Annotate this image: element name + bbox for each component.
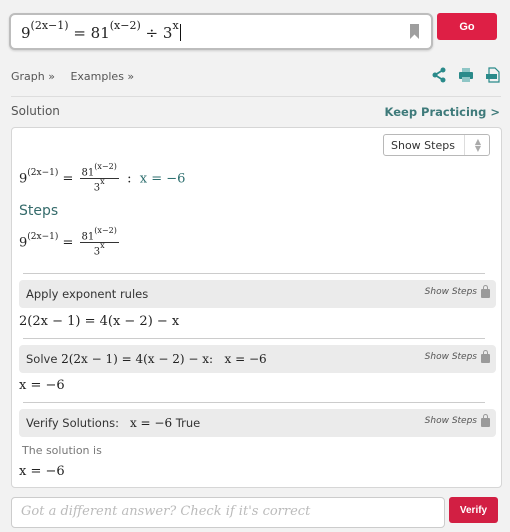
q-div: ÷ 3 [140, 24, 173, 42]
solution-label: Solution [11, 104, 60, 118]
text-caret [179, 24, 181, 41]
share-icon[interactable] [431, 67, 447, 83]
fraction: 81(x−2) 3x [79, 226, 119, 258]
solution-is-label: The solution is [22, 444, 102, 457]
step-2-result: x = −6 [19, 378, 65, 393]
num-exp: (x−2) [94, 162, 117, 171]
toolbar [431, 67, 501, 83]
show-steps-link[interactable]: Show Steps [424, 285, 490, 298]
lock-icon [481, 350, 490, 363]
show-steps-select[interactable]: Show Steps ▲ ▼ [383, 134, 490, 156]
select-divider [464, 135, 465, 155]
lhs-exp: (2x−1) [27, 232, 59, 242]
q-mid: = 81 [68, 24, 110, 42]
step-suffix: True [172, 416, 201, 430]
nav-links: Graph » Examples » [11, 70, 146, 83]
result-answer: x = −6 [139, 171, 186, 187]
show-steps-label: Show Steps [424, 287, 477, 297]
num-base: 81 [81, 231, 95, 243]
step-separator [23, 338, 485, 339]
lock-icon [481, 414, 490, 427]
show-steps-label: Show Steps [424, 352, 477, 362]
step-math: x = −6 [129, 416, 173, 430]
q-exp1: (2x−1) [30, 19, 69, 32]
graph-link[interactable]: Graph » [11, 70, 55, 83]
step-1[interactable]: Apply exponent rules Show Steps [19, 280, 496, 308]
final-answer: x = −6 [19, 464, 65, 479]
go-button[interactable]: Go [437, 13, 497, 40]
verify-answer-input[interactable]: Got a different answer? Check if it's co… [11, 497, 445, 528]
q-exp3: x [172, 19, 179, 32]
q-exp2: (x−2) [109, 19, 141, 32]
step-math: 2(2x − 1) = 4(x − 2) − x: x = −6 [61, 352, 267, 366]
select-value: Show Steps [391, 139, 455, 152]
den-exp: x [100, 241, 105, 251]
eq-sign: = [58, 235, 78, 251]
lhs-exp: (2x−1) [27, 168, 59, 178]
step-1-result: 2(2x − 1) = 4(x − 2) − x [19, 314, 180, 329]
den-exp: x [100, 177, 105, 187]
step-3[interactable]: Verify Solutions: x = −6 True Show Steps [19, 409, 496, 437]
show-steps-link[interactable]: Show Steps [424, 414, 490, 427]
step-title: Solve [26, 352, 62, 366]
solution-panel: Show Steps ▲ ▼ 9(2x−1) = 81(x−2) 3x : x = … [11, 127, 502, 488]
show-steps-link[interactable]: Show Steps [424, 350, 490, 363]
step-title: Apply exponent rules [26, 287, 149, 301]
num-base: 81 [81, 167, 95, 179]
updown-arrows-icon: ▲ ▼ [474, 137, 481, 153]
step-title: Verify Solutions: [26, 416, 130, 430]
print-icon[interactable] [458, 67, 474, 83]
eq-sign: = [58, 171, 78, 187]
search-box[interactable]: 9(2x−1) = 81(x−2) ÷ 3x [9, 13, 433, 50]
step-2[interactable]: Solve 2(2x − 1) = 4(x − 2) − x: x = −6 S… [19, 345, 496, 373]
steps-start-equation: 9(2x−1) = 81(x−2) 3x [19, 226, 119, 258]
verify-button[interactable]: Verify [449, 497, 498, 523]
bookmark-icon[interactable] [410, 24, 419, 39]
show-steps-label: Show Steps [424, 416, 477, 426]
result-equation: 9(2x−1) = 81(x−2) 3x : x = −6 [19, 162, 186, 194]
num-exp: (x−2) [94, 226, 117, 235]
fraction: 81(x−2) 3x [79, 162, 119, 194]
step-separator [23, 402, 485, 403]
q-base1: 9 [21, 24, 31, 42]
lock-icon [481, 285, 490, 298]
pdf-icon[interactable] [485, 67, 501, 83]
colon-sep: : [118, 171, 140, 187]
steps-heading: Steps [19, 203, 59, 219]
step-separator [23, 273, 485, 274]
divider [11, 96, 501, 97]
search-query[interactable]: 9(2x−1) = 81(x−2) ÷ 3x [21, 19, 181, 42]
keep-practicing-link[interactable]: Keep Practicing > [385, 105, 500, 119]
examples-link[interactable]: Examples » [70, 70, 134, 83]
